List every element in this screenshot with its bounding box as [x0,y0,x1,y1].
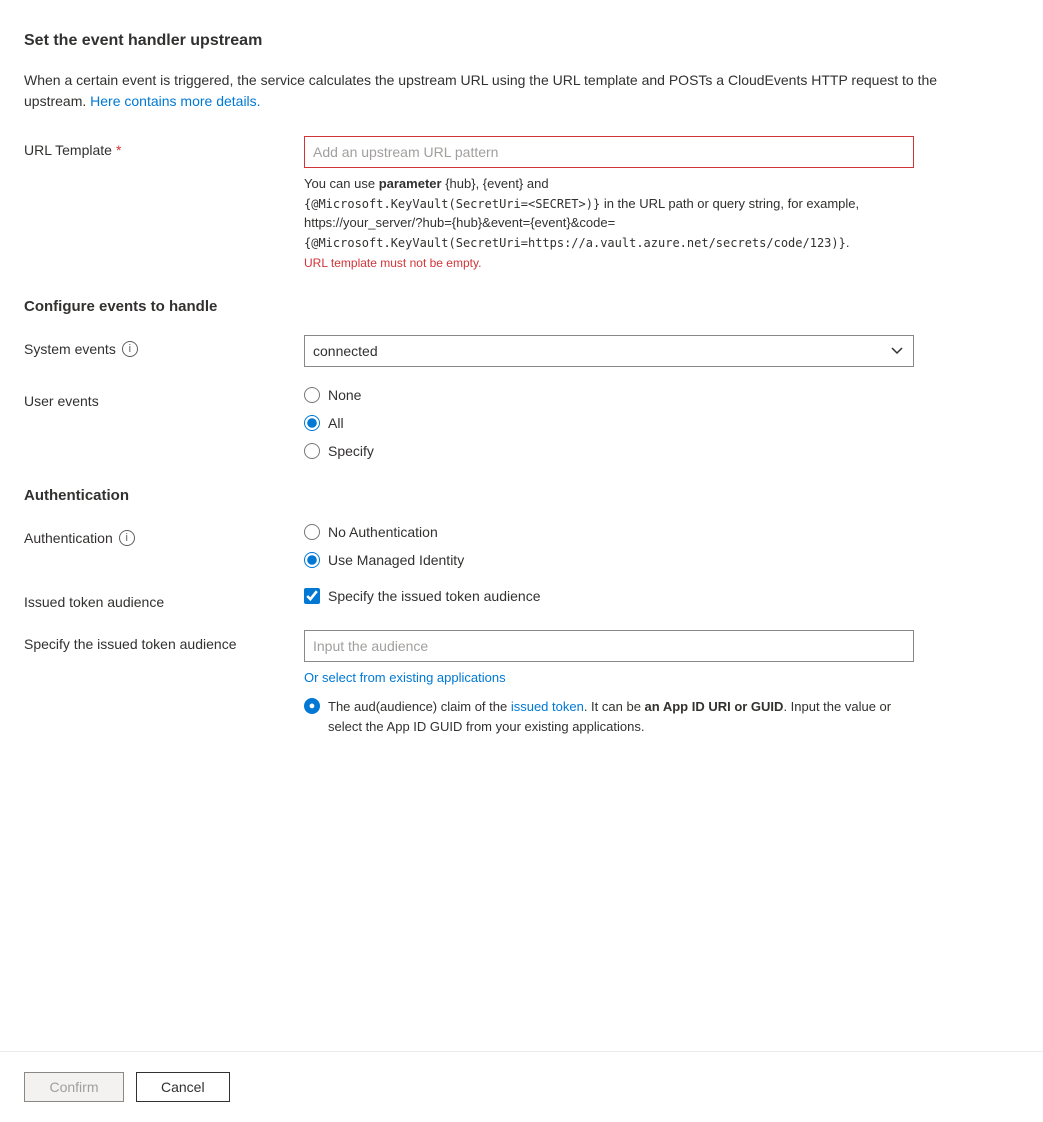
audience-input[interactable] [304,630,914,662]
user-events-row: User events None All Specify [24,387,960,459]
authentication-radio-group: No Authentication Use Managed Identity [304,524,960,568]
issued-token-checkbox-row: Specify the issued token audience [304,588,960,604]
authentication-label: Authentication i [24,524,304,546]
user-events-radio-group: None All Specify [304,387,960,459]
user-events-specify-option[interactable]: Specify [304,443,960,459]
authentication-info-icon[interactable]: i [119,530,135,546]
footer: Confirm Cancel [0,1051,1043,1122]
authentication-row: Authentication i No Authentication Use M… [24,524,960,568]
user-events-all-label: All [328,415,344,431]
url-template-row: URL Template * You can use parameter {hu… [24,136,960,270]
user-events-none-option[interactable]: None [304,387,960,403]
authentication-control: No Authentication Use Managed Identity [304,524,960,568]
user-events-none-label: None [328,387,361,403]
specify-audience-label: Specify the issued token audience [24,630,304,652]
user-events-all-option[interactable]: All [304,415,960,431]
issued-token-checkbox[interactable] [304,588,320,604]
system-events-dropdown[interactable]: connected disconnected connected;disconn… [304,335,914,367]
details-link[interactable]: Here contains more details. [90,93,260,109]
system-events-label: System events i [24,335,304,357]
issued-token-control: Specify the issued token audience [304,588,960,604]
user-events-control: None All Specify [304,387,960,459]
user-events-specify-label: Specify [328,443,374,459]
user-events-label: User events [24,387,304,409]
url-template-error: URL template must not be empty. [304,256,960,270]
issued-token-checkbox-label: Specify the issued token audience [328,588,540,604]
auth-no-auth-label: No Authentication [328,524,438,540]
url-template-hint: You can use parameter {hub}, {event} and… [304,174,914,252]
page-title: Set the event handler upstream [24,32,960,50]
url-template-label: URL Template * [24,136,304,158]
system-events-info-icon[interactable]: i [122,341,138,357]
system-events-control: connected disconnected connected;disconn… [304,335,960,367]
confirm-button[interactable]: Confirm [24,1072,124,1102]
auth-no-auth-radio[interactable] [304,524,320,540]
issued-token-link[interactable]: issued token [511,699,584,714]
url-template-input[interactable] [304,136,914,168]
specify-audience-row: Specify the issued token audience Or sel… [24,630,960,736]
issued-token-label: Issued token audience [24,588,304,610]
auth-managed-identity-label: Use Managed Identity [328,552,464,568]
url-template-control: You can use parameter {hub}, {event} and… [304,136,960,270]
configure-events-title: Configure events to handle [24,298,960,315]
audience-info-box: ● The aud(audience) claim of the issued … [304,697,914,736]
auth-managed-identity-option[interactable]: Use Managed Identity [304,552,960,568]
user-events-none-radio[interactable] [304,387,320,403]
required-indicator: * [116,142,121,158]
auth-managed-identity-radio[interactable] [304,552,320,568]
user-events-specify-radio[interactable] [304,443,320,459]
configure-events-section: Configure events to handle [24,298,960,315]
authentication-title: Authentication [24,487,960,504]
audience-info-text: The aud(audience) claim of the issued to… [328,697,914,736]
info-dot-icon: ● [304,698,320,714]
system-events-row: System events i connected disconnected c… [24,335,960,367]
user-events-all-radio[interactable] [304,415,320,431]
authentication-section: Authentication [24,487,960,504]
issued-token-row: Issued token audience Specify the issued… [24,588,960,610]
auth-no-auth-option[interactable]: No Authentication [304,524,960,540]
cancel-button[interactable]: Cancel [136,1072,230,1102]
specify-audience-control: Or select from existing applications ● T… [304,630,960,736]
select-existing-apps-link[interactable]: Or select from existing applications [304,670,506,685]
page-description: When a certain event is triggered, the s… [24,70,960,112]
